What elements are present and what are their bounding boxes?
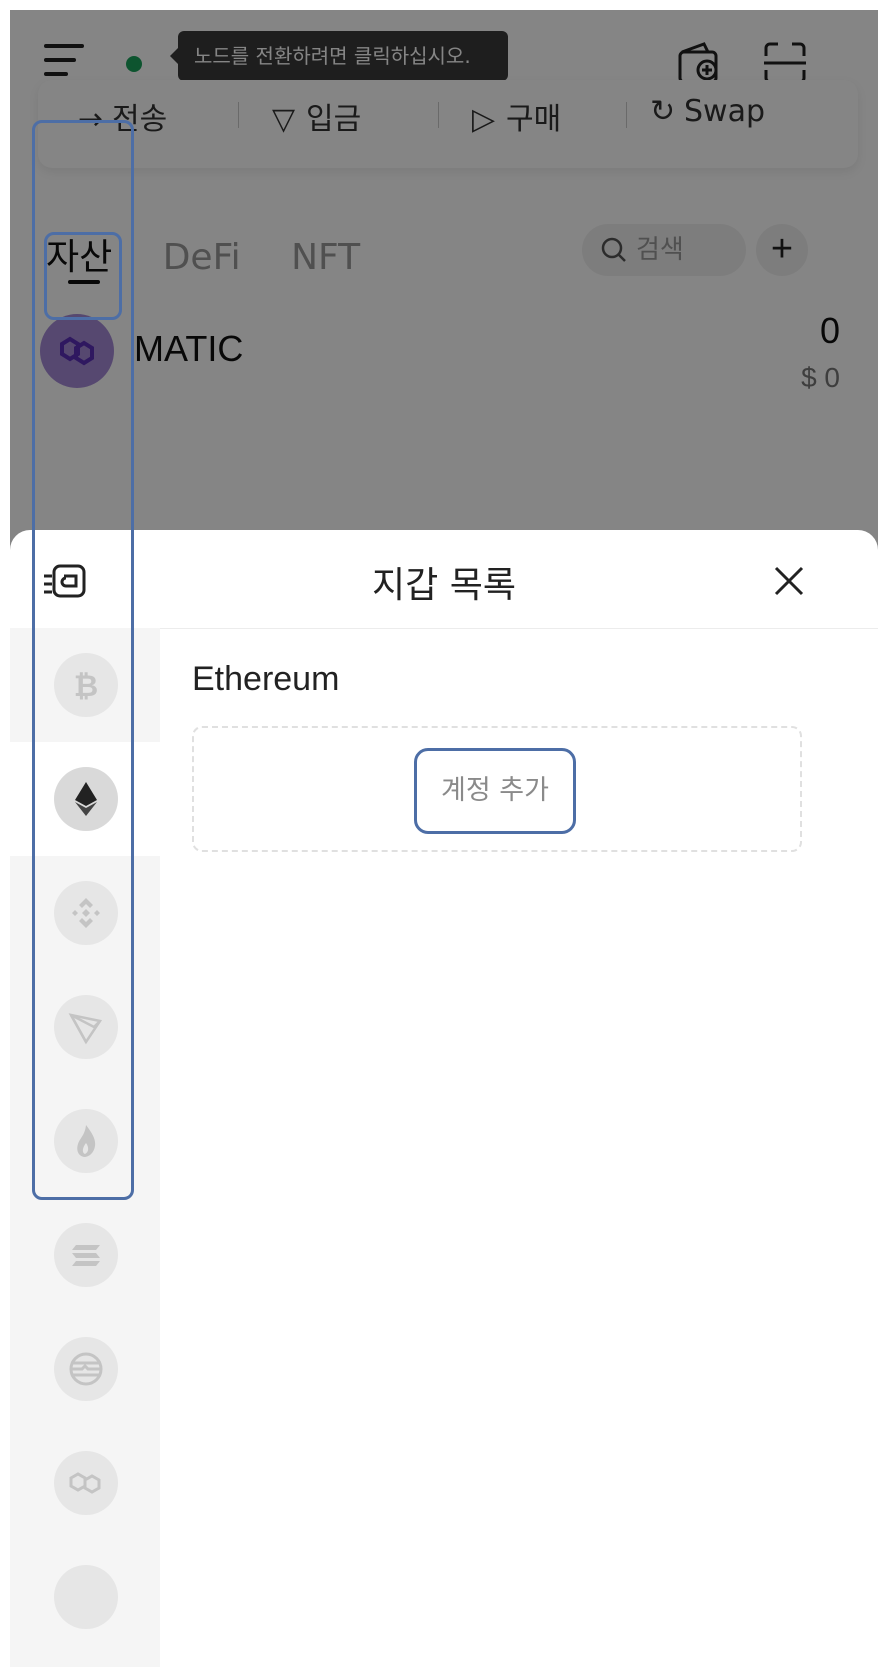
wallet-list-sheet: 지갑 목록 ₿ Ethereum 계정 추가 (10, 530, 878, 1667)
chain-circle (54, 1337, 118, 1401)
chain-circle (54, 1565, 118, 1629)
aptos-icon (69, 1352, 103, 1386)
close-icon[interactable] (770, 562, 808, 600)
sheet-header: 지갑 목록 (10, 530, 878, 629)
polygon-icon (69, 1472, 101, 1494)
solana-icon (72, 1245, 100, 1266)
sheet-title: 지갑 목록 (372, 565, 516, 606)
chain-circle (54, 1451, 118, 1515)
chain-item-solana[interactable] (10, 1198, 160, 1312)
chain-item-aptos[interactable] (10, 1312, 160, 1426)
chain-circle (54, 1223, 118, 1287)
chain-item-more[interactable] (10, 1540, 160, 1654)
add-account-button[interactable]: 계정 추가 (414, 748, 576, 834)
selected-chain-name: Ethereum (192, 660, 340, 698)
chain-item-polygon[interactable] (10, 1426, 160, 1540)
app-frame: 노드를 전환하려면 클릭하십시오. → 전송 ▽ 입금 ▷ 구매 ↻ Swap … (10, 10, 878, 1667)
highlight-ethereum (44, 232, 122, 320)
